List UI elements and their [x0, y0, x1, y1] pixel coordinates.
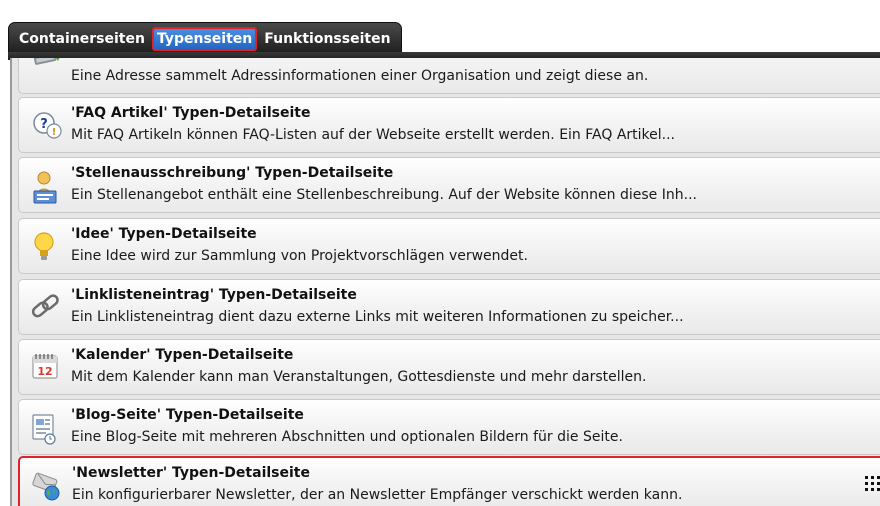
item-description: Eine Blog-Seite mit mehreren Abschnitten… [71, 429, 623, 445]
list-item-linklisteneintrag[interactable]: 'Linklisteneintrag' Typen-Detailseite Ei… [18, 279, 880, 335]
item-title: 'Blog-Seite' Typen-Detailseite [71, 407, 304, 423]
address-card-icon [30, 58, 66, 71]
item-title: 'Kalender' Typen-Detailseite [71, 347, 294, 363]
lightbulb-icon [30, 228, 66, 266]
list-item-newsletter[interactable]: 'Newsletter' Typen-Detailseite Ein konfi… [18, 456, 880, 506]
tab-containerseiten[interactable]: Containerseiten [15, 27, 149, 51]
item-description: Ein Linklisteneintrag dient dazu externe… [71, 309, 684, 325]
calendar-day-number: 12 [37, 365, 52, 378]
newsletter-globe-icon [31, 467, 67, 505]
tab-funktionsseiten[interactable]: Funktionsseiten [260, 27, 394, 51]
blog-page-icon [30, 409, 66, 447]
page-type-list: Eine Adresse sammelt Adressinformationen… [10, 58, 880, 506]
item-title: 'Newsletter' Typen-Detailseite [72, 465, 310, 481]
item-description: Eine Idee wird zur Sammlung von Projektv… [71, 248, 528, 264]
item-description: Eine Adresse sammelt Adressinformationen… [71, 68, 649, 84]
item-description: Mit dem Kalender kann man Veranstaltunge… [71, 369, 647, 385]
item-title: 'FAQ Artikel' Typen-Detailseite [71, 105, 311, 121]
item-description: Ein Stellenangebot enthält eine Stellenb… [71, 187, 697, 203]
tab-strip: Containerseiten Typenseiten Funktionssei… [8, 22, 402, 56]
list-item-stellenausschreibung[interactable]: 'Stellenausschreibung' Typen-Detailseite… [18, 157, 880, 213]
calendar-icon: 12 [30, 349, 66, 387]
tab-typenseiten[interactable]: Typenseiten [151, 27, 258, 51]
item-description: Mit FAQ Artikeln können FAQ-Listen auf d… [71, 127, 675, 143]
svg-text:!: ! [52, 127, 57, 138]
job-person-icon [30, 167, 66, 205]
item-title: 'Linklisteneintrag' Typen-Detailseite [71, 287, 357, 303]
drag-handle-icon[interactable] [864, 475, 880, 493]
tab-bar: Containerseiten Typenseiten Funktionssei… [0, 0, 880, 56]
list-item-adresse[interactable]: Eine Adresse sammelt Adressinformationen… [18, 58, 880, 94]
list-item-blog-seite[interactable]: 'Blog-Seite' Typen-Detailseite Eine Blog… [18, 399, 880, 455]
item-description: Ein konfigurierbarer Newsletter, der an … [72, 487, 683, 503]
item-title: 'Idee' Typen-Detailseite [71, 226, 257, 242]
chain-link-icon [30, 289, 66, 327]
list-item-idee[interactable]: 'Idee' Typen-Detailseite Eine Idee wird … [18, 218, 880, 274]
item-title: 'Stellenausschreibung' Typen-Detailseite [71, 165, 394, 181]
list-item-kalender[interactable]: 12 'Kalender' Typen-Detailseite Mit dem … [18, 339, 880, 395]
list-item-faq-artikel[interactable]: ? ! 'FAQ Artikel' Typen-Detailseite Mit … [18, 97, 880, 153]
faq-question-icon: ? ! [30, 107, 66, 145]
